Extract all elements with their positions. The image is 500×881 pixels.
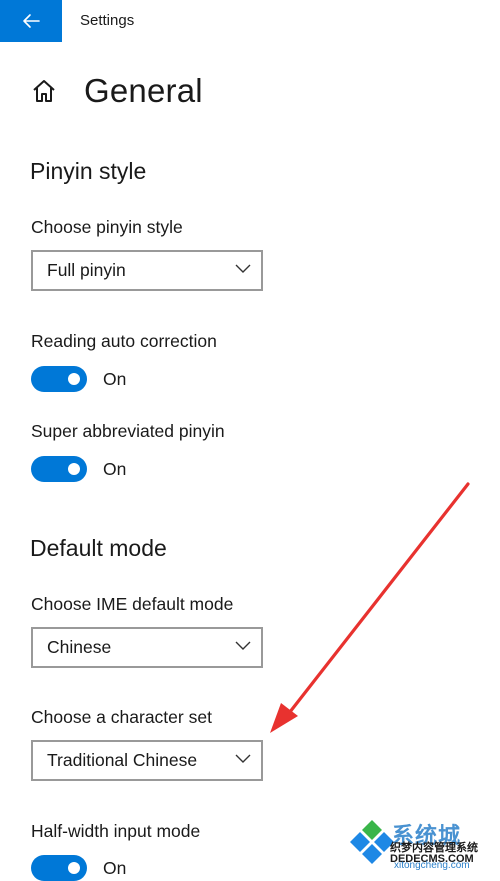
toggle-knob xyxy=(68,862,80,874)
half-width-input-mode-row: On xyxy=(31,855,126,881)
ime-default-mode-dropdown[interactable]: Chinese xyxy=(31,627,263,668)
choose-pinyin-style-label: Choose pinyin style xyxy=(31,217,183,237)
page-title: General xyxy=(84,72,203,109)
character-set-value: Traditional Chinese xyxy=(47,750,198,770)
arrow-left-icon xyxy=(23,14,40,28)
home-icon[interactable] xyxy=(30,77,58,105)
title-bar: Settings xyxy=(0,0,500,42)
chevron-down-icon xyxy=(235,264,251,273)
pinyin-style-value: Full pinyin xyxy=(47,260,126,280)
chevron-down-icon xyxy=(235,754,251,763)
back-button[interactable] xyxy=(0,0,62,42)
half-width-input-mode-toggle[interactable] xyxy=(31,855,87,881)
window-title: Settings xyxy=(80,12,135,29)
super-abbreviated-pinyin-state: On xyxy=(103,458,127,479)
toggle-knob xyxy=(68,373,80,385)
super-abbreviated-pinyin-label: Super abbreviated pinyin xyxy=(31,421,225,441)
choose-character-set-label: Choose a character set xyxy=(31,707,212,727)
annotation-arrow-line xyxy=(284,482,470,719)
reading-auto-correction-label: Reading auto correction xyxy=(31,331,217,351)
reading-auto-correction-state: On xyxy=(103,368,127,389)
half-width-input-mode-state: On xyxy=(103,857,127,878)
half-width-input-mode-label: Half-width input mode xyxy=(31,821,201,841)
reading-auto-correction-toggle[interactable] xyxy=(31,366,87,392)
choose-ime-default-mode-label: Choose IME default mode xyxy=(31,594,234,614)
character-set-dropdown[interactable]: Traditional Chinese xyxy=(31,740,263,781)
super-abbreviated-pinyin-row: On xyxy=(31,456,126,482)
section-title-default-mode: Default mode xyxy=(30,535,167,561)
chevron-down-icon xyxy=(235,641,251,650)
watermark: 系统城 织梦内容管理系统 DEDECMS.COM xitongcheng.com xyxy=(348,816,500,871)
page-header: General xyxy=(30,72,203,110)
pinyin-style-dropdown[interactable]: Full pinyin xyxy=(31,250,263,291)
reading-auto-correction-row: On xyxy=(31,366,126,392)
diamond-logo-icon xyxy=(350,820,394,864)
watermark-text-4: xitongcheng.com xyxy=(394,860,470,871)
ime-default-mode-value: Chinese xyxy=(47,637,112,657)
toggle-knob xyxy=(68,463,80,475)
section-title-pinyin-style: Pinyin style xyxy=(30,158,147,184)
annotation-arrowhead xyxy=(270,703,298,733)
super-abbreviated-pinyin-toggle[interactable] xyxy=(31,456,87,482)
